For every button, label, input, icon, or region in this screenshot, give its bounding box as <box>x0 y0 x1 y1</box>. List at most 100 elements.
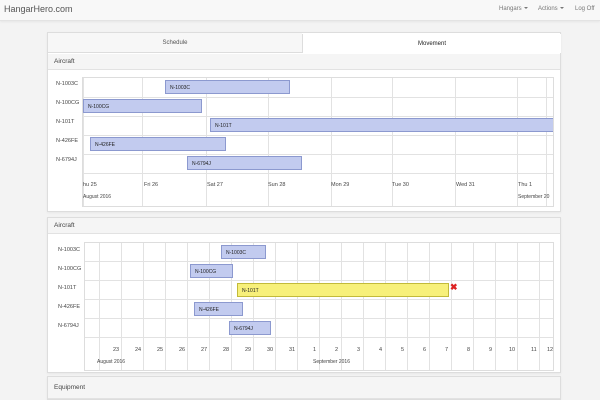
day-tick: 10 <box>509 347 516 353</box>
section-title: Equipment <box>54 384 86 391</box>
month-label: August 2016 <box>83 194 112 200</box>
day-tick: Fri 26 <box>144 182 159 188</box>
day-tick: 4 <box>379 347 383 353</box>
movement-bar[interactable]: N-100CG <box>190 264 233 278</box>
day-divider <box>341 243 342 370</box>
day-tick: 1 <box>313 347 317 353</box>
day-divider <box>407 243 408 370</box>
equipment-section-header[interactable]: Equipment <box>48 377 560 399</box>
day-tick: 24 <box>135 347 142 353</box>
day-tick: Wed 31 <box>456 182 475 188</box>
day-tick: 7 <box>445 347 449 353</box>
row-divider <box>83 135 553 136</box>
day-divider <box>275 243 276 370</box>
day-divider <box>546 78 547 206</box>
chevron-down-icon <box>559 7 564 10</box>
day-divider <box>319 243 320 370</box>
row-divider <box>83 173 553 174</box>
section-title: Aircraft <box>54 222 75 229</box>
day-tick: 25 <box>157 347 164 353</box>
view-tabs: Schedule Movement <box>48 33 561 53</box>
day-tick: 30 <box>267 347 274 353</box>
booking-bar[interactable]: N-426FE <box>90 137 226 151</box>
schedule-section-header[interactable]: Aircraft <box>48 54 560 70</box>
log-off-link[interactable]: Log Off <box>575 6 595 12</box>
day-divider <box>121 243 122 370</box>
movement-bar[interactable]: N-6794J <box>229 321 271 335</box>
close-icon[interactable]: ✖ <box>450 282 458 293</box>
day-tick: 27 <box>201 347 208 353</box>
day-divider <box>165 243 166 370</box>
day-divider <box>297 243 298 370</box>
row-label: N-1003C <box>58 247 81 253</box>
day-tick: 31 <box>289 347 296 353</box>
day-divider <box>429 243 430 370</box>
day-tick: 3 <box>357 347 361 353</box>
row-label: N-101T <box>56 119 75 125</box>
day-tick: Tue 30 <box>392 182 409 188</box>
day-tick: 26 <box>179 347 186 353</box>
brand-logo[interactable]: HangarHero.com <box>4 4 73 14</box>
row-label: N-101T <box>58 285 77 291</box>
day-tick: 5 <box>401 347 405 353</box>
movement-bar[interactable]: N-426FE <box>194 302 243 316</box>
day-tick: 12 <box>547 347 554 353</box>
day-tick: 9 <box>489 347 493 353</box>
schedule-panel: Schedule Movement Aircraft N-1003C N-100… <box>47 32 561 212</box>
row-label: N-426FE <box>58 304 81 310</box>
row-divider <box>83 97 553 98</box>
row-label: N-6794J <box>56 157 77 163</box>
day-tick: Mon 29 <box>331 182 350 188</box>
day-tick: 28 <box>223 347 230 353</box>
equipment-panel: Equipment <box>47 376 561 400</box>
row-label: N-6794J <box>58 323 79 329</box>
row-label: N-1003C <box>56 81 79 87</box>
section-title: Aircraft <box>54 58 75 65</box>
day-tick: 8 <box>467 347 471 353</box>
month-label: August 2016 <box>97 359 126 365</box>
day-tick: Sun 28 <box>268 182 286 188</box>
movement-timeline[interactable]: N-1003C N-100CG N-101T ✖ N-426FE N-6794J… <box>84 242 554 371</box>
day-tick: 29 <box>245 347 252 353</box>
schedule-timeline[interactable]: N-1003C N-100CG N-101T N-426FE N-6794J h… <box>82 77 554 207</box>
movement-panel: Aircraft N-1003C N-100CG N-101T N-426FE … <box>47 217 561 373</box>
day-divider <box>495 243 496 370</box>
actions-menu-label: Actions <box>538 6 558 12</box>
booking-bar[interactable]: N-101T <box>210 118 553 132</box>
day-divider <box>473 243 474 370</box>
day-tick: Thu 1 <box>518 182 533 188</box>
day-divider <box>385 243 386 370</box>
month-label: September 2016 <box>313 359 350 365</box>
day-tick: Sat 27 <box>207 182 223 188</box>
day-divider <box>451 243 452 370</box>
actions-menu[interactable]: Actions <box>538 6 564 12</box>
booking-bar[interactable]: N-1003C <box>165 80 290 94</box>
movement-section-header[interactable]: Aircraft <box>48 218 560 234</box>
movement-bar-selected[interactable]: N-101T <box>237 283 449 297</box>
day-divider <box>99 243 100 370</box>
day-tick: 2 <box>335 347 339 353</box>
tab-schedule[interactable]: Schedule <box>48 33 302 53</box>
row-divider <box>83 154 553 155</box>
day-divider <box>187 243 188 370</box>
day-divider <box>253 243 254 370</box>
day-tick: 6 <box>423 347 427 353</box>
hangars-menu[interactable]: Hangars <box>499 6 528 12</box>
day-tick: 11 <box>531 347 537 353</box>
tab-movement[interactable]: Movement <box>302 34 561 53</box>
chevron-down-icon <box>523 7 528 10</box>
booking-bar[interactable]: N-6794J <box>187 156 302 170</box>
top-navbar: HangarHero.com Hangars Actions Log Off <box>0 0 600 21</box>
day-divider <box>363 243 364 370</box>
row-label: N-100CG <box>56 100 80 106</box>
movement-bar[interactable]: N-1003C <box>221 245 266 259</box>
row-label: N-426FE <box>56 138 79 144</box>
month-label: September 20 <box>518 194 550 200</box>
hangars-menu-label: Hangars <box>499 6 522 12</box>
day-divider <box>143 243 144 370</box>
row-label: N-100CG <box>58 266 82 272</box>
booking-bar[interactable]: N-100CG <box>83 99 202 113</box>
day-tick: 23 <box>113 347 120 353</box>
row-divider <box>83 116 553 117</box>
day-tick: hu 25 <box>83 182 97 188</box>
